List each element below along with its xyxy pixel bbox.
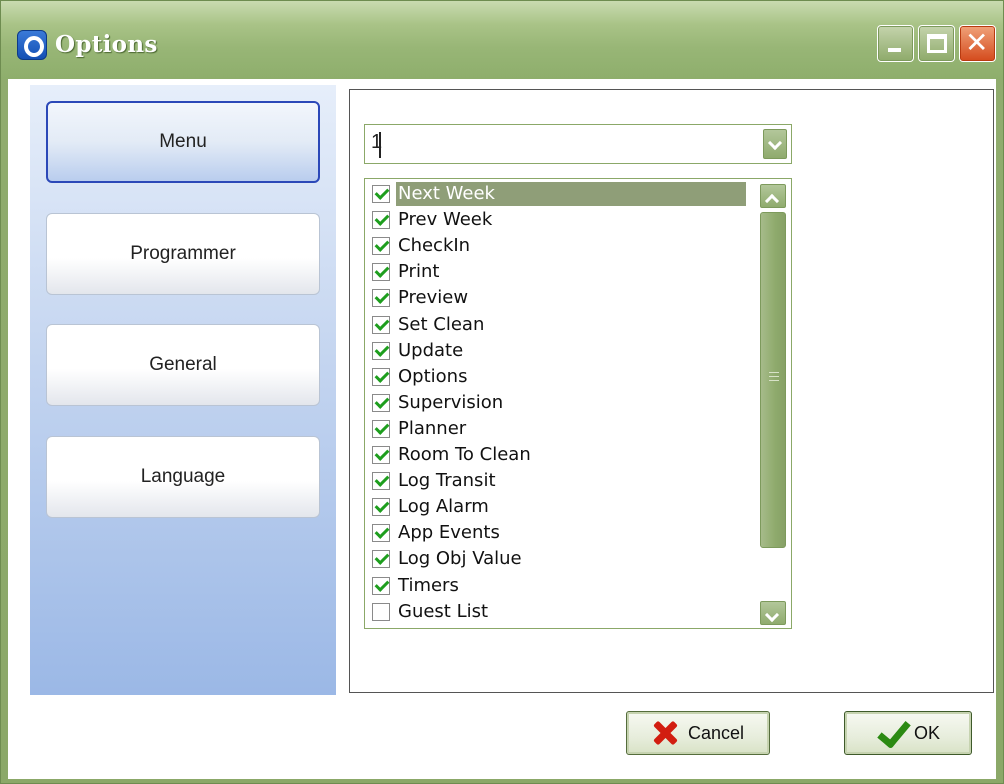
- cancel-button[interactable]: Cancel: [626, 711, 770, 755]
- vertical-scrollbar[interactable]: [759, 183, 789, 626]
- list-item-label: Log Transit: [398, 470, 496, 492]
- list-item-label: App Events: [398, 522, 500, 544]
- checkbox[interactable]: [372, 315, 390, 334]
- ok-check-icon: [876, 720, 906, 746]
- menu-items-checklist[interactable]: Next Week Prev Week CheckIn Print Preview Set…: [364, 178, 792, 629]
- minimize-button[interactable]: [877, 25, 914, 62]
- list-item-label: Timers: [398, 574, 459, 596]
- checkbox[interactable]: [372, 446, 390, 464]
- app-logo-icon: [17, 30, 47, 60]
- sidebar-item-label: Menu: [159, 131, 207, 152]
- checkbox[interactable]: [372, 341, 390, 360]
- sidebar-item-programmer[interactable]: Programmer: [46, 213, 320, 295]
- checkbox[interactable]: [372, 524, 390, 543]
- menu-settings-panel: 1 Next Week Prev Week CheckIn Print Preview S…: [349, 89, 994, 693]
- maximize-icon: [927, 34, 947, 53]
- list-item-label: Prev Week: [398, 209, 493, 231]
- ok-button[interactable]: OK: [844, 711, 972, 755]
- list-item-label: Set Clean: [398, 313, 485, 335]
- checkbox[interactable]: [372, 237, 390, 256]
- list-item-label: Options: [398, 365, 468, 387]
- checkbox[interactable]: [372, 367, 390, 386]
- scroll-down-button[interactable]: [759, 600, 787, 626]
- list-item-label: Print: [398, 261, 440, 283]
- minimize-icon: [888, 48, 901, 52]
- list-item-label: Update: [398, 339, 464, 361]
- sidebar-item-menu[interactable]: Menu: [46, 101, 320, 183]
- list-item[interactable]: Next Week: [372, 181, 752, 207]
- list-item[interactable]: Log Obj Value: [372, 546, 752, 572]
- sidebar-item-language[interactable]: Language: [46, 436, 320, 518]
- checkbox[interactable]: [372, 550, 390, 569]
- chevron-down-icon: [764, 607, 780, 623]
- scroll-thumb[interactable]: [759, 211, 787, 549]
- chevron-down-icon: [767, 135, 783, 151]
- list-item-label: Guest List: [398, 600, 489, 622]
- list-item[interactable]: Log Alarm: [372, 494, 752, 520]
- checkbox[interactable]: [372, 419, 390, 438]
- ok-button-label: OK: [913, 722, 940, 743]
- list-item-label: Next Week: [396, 182, 746, 206]
- checkbox[interactable]: [372, 393, 390, 412]
- sidebar-item-label: Programmer: [130, 243, 236, 264]
- list-item[interactable]: Room To Clean: [372, 442, 752, 468]
- cancel-button-label: Cancel: [687, 722, 745, 743]
- checkbox[interactable]: [372, 289, 390, 308]
- checkbox[interactable]: [372, 472, 390, 491]
- sidebar-item-label: Language: [140, 466, 226, 487]
- checkbox[interactable]: [372, 211, 390, 230]
- chevron-up-icon: [764, 193, 780, 209]
- list-item[interactable]: Prev Week: [372, 207, 752, 233]
- close-icon: ✕: [965, 26, 989, 59]
- list-item-label: Planner: [398, 417, 467, 439]
- close-button[interactable]: ✕: [959, 25, 996, 62]
- list-item-label: Preview: [398, 287, 469, 309]
- maximize-button[interactable]: [918, 25, 955, 62]
- list-item[interactable]: Supervision: [372, 390, 752, 416]
- list-item[interactable]: Planner: [372, 416, 752, 442]
- list-item[interactable]: Print: [372, 259, 752, 285]
- list-item-label: Room To Clean: [398, 444, 531, 465]
- options-window: Options ✕ Menu Programmer General Langua…: [0, 0, 1004, 784]
- list-item-label: CheckIn: [398, 235, 471, 257]
- list-item[interactable]: Preview: [372, 285, 752, 311]
- checkbox[interactable]: [372, 185, 390, 203]
- sidebar-item-general[interactable]: General: [46, 324, 320, 406]
- sidebar-item-label: General: [149, 354, 217, 375]
- dialog-body: Menu Programmer General Language 1 Next: [8, 79, 996, 779]
- cancel-x-icon: [652, 720, 678, 746]
- combo-dropdown-button[interactable]: [762, 128, 788, 160]
- window-title: Options: [55, 31, 158, 58]
- text-cursor: [379, 132, 381, 158]
- checkbox[interactable]: [372, 602, 390, 621]
- menu-combo-box[interactable]: 1: [364, 124, 792, 164]
- list-item[interactable]: Update: [372, 338, 752, 364]
- list-item[interactable]: App Events: [372, 520, 752, 546]
- scroll-up-button[interactable]: [759, 183, 787, 209]
- checkbox[interactable]: [372, 498, 390, 517]
- list-item[interactable]: Set Clean: [372, 312, 752, 338]
- list-item[interactable]: CheckIn: [372, 233, 752, 259]
- checkbox[interactable]: [372, 263, 390, 282]
- title-bar[interactable]: Options ✕: [1, 1, 1003, 79]
- checkbox[interactable]: [372, 576, 390, 595]
- grip-icon: [769, 372, 779, 381]
- list-item[interactable]: Log Transit: [372, 468, 752, 494]
- list-item[interactable]: Guest List: [372, 599, 752, 625]
- list-item-label: Log Alarm: [398, 496, 489, 518]
- list-item-label: Log Obj Value: [398, 548, 522, 570]
- list-item[interactable]: Timers: [372, 573, 752, 599]
- list-item-label: Supervision: [398, 391, 504, 413]
- sidebar: Menu Programmer General Language: [30, 85, 336, 695]
- list-item[interactable]: Options: [372, 364, 752, 390]
